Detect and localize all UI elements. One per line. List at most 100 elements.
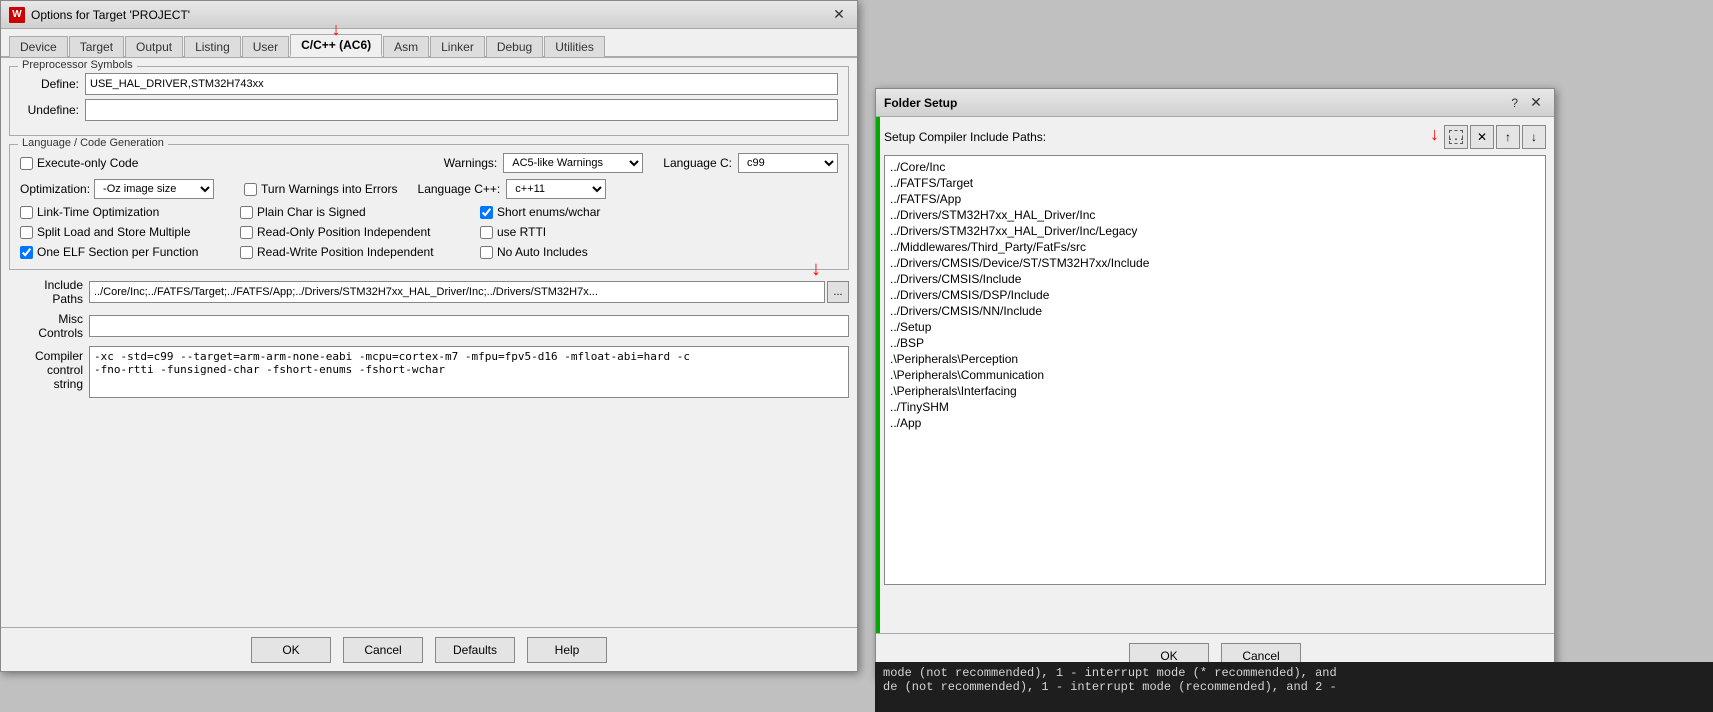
folder-dialog-title: Folder Setup <box>884 96 957 110</box>
main-ok-button[interactable]: OK <box>251 637 331 663</box>
misc-controls-label: Misc Controls <box>9 312 89 340</box>
compiler-control-section: Compiler control string <box>9 346 849 398</box>
language-section: Language / Code Generation Execute-only … <box>9 144 849 270</box>
short-enums-checkbox[interactable]: Short enums/wchar <box>480 205 680 219</box>
folder-list-item[interactable]: ../Drivers/CMSIS/Include <box>888 271 1542 287</box>
use-rtti-input[interactable] <box>480 226 493 239</box>
include-paths-input[interactable] <box>89 281 825 303</box>
warnings-label: Warnings: <box>444 156 498 170</box>
folder-list-item[interactable]: ../Drivers/CMSIS/DSP/Include <box>888 287 1542 303</box>
folder-list-item[interactable]: .\Peripherals\Communication <box>888 367 1542 383</box>
tab-debug[interactable]: Debug <box>486 36 543 57</box>
tab-output[interactable]: Output <box>125 36 183 57</box>
tab-asm[interactable]: Asm <box>383 36 429 57</box>
folder-list-item[interactable]: ../App <box>888 415 1542 431</box>
folder-help-btn[interactable]: ? <box>1511 96 1518 110</box>
folder-new-button[interactable]: ... <box>1444 125 1468 149</box>
status-line-1: mode (not recommended), 1 - interrupt mo… <box>883 666 1705 680</box>
no-auto-includes-checkbox[interactable]: No Auto Includes <box>480 245 680 259</box>
compiler-control-label: Compiler control string <box>9 346 89 391</box>
language-legend: Language / Code Generation <box>18 137 168 149</box>
plain-char-checkbox[interactable]: Plain Char is Signed <box>240 205 480 219</box>
include-paths-browse-button[interactable]: ... <box>827 281 849 303</box>
language-c-label: Language C: <box>663 156 732 170</box>
folder-up-button[interactable]: ↑ <box>1496 125 1520 149</box>
one-elf-checkbox[interactable]: One ELF Section per Function <box>20 245 240 259</box>
undefine-input[interactable] <box>85 99 838 121</box>
folder-list-item[interactable]: ../TinySHM <box>888 399 1542 415</box>
short-enums-input[interactable] <box>480 206 493 219</box>
read-only-pos-checkbox[interactable]: Read-Only Position Independent <box>240 225 480 239</box>
read-write-pos-checkbox[interactable]: Read-Write Position Independent <box>240 245 480 259</box>
preprocessor-section: Preprocessor Symbols Define: Undefine: <box>9 66 849 136</box>
folder-list-item[interactable]: .\Peripherals\Interfacing <box>888 383 1542 399</box>
title-left: W Options for Target 'PROJECT' <box>9 7 190 23</box>
main-titlebar: W Options for Target 'PROJECT' ✕ <box>1 1 857 29</box>
turn-warnings-checkbox[interactable]: Turn Warnings into Errors <box>244 182 397 196</box>
tab-target[interactable]: Target <box>69 36 124 57</box>
use-rtti-checkbox[interactable]: use RTTI <box>480 225 680 239</box>
split-load-store-input[interactable] <box>20 226 33 239</box>
tab-cc[interactable]: ↓ C/C++ (AC6) <box>290 34 382 57</box>
tab-linker[interactable]: Linker <box>430 36 485 57</box>
define-input[interactable] <box>85 73 838 95</box>
tab-utilities[interactable]: Utilities <box>544 36 605 57</box>
link-time-opt-input[interactable] <box>20 206 33 219</box>
tab-device[interactable]: Device <box>9 36 68 57</box>
tab-user[interactable]: User <box>242 36 289 57</box>
folder-close-button[interactable]: ✕ <box>1526 93 1546 113</box>
main-help-button[interactable]: Help <box>527 637 607 663</box>
folder-list-item[interactable]: ../Middlewares/Third_Party/FatFs/src <box>888 239 1542 255</box>
folder-list-item[interactable]: ../Drivers/STM32H7xx_HAL_Driver/Inc/Lega… <box>888 223 1542 239</box>
read-write-pos-input[interactable] <box>240 246 253 259</box>
execute-only-input[interactable] <box>20 157 33 170</box>
turn-warnings-input[interactable] <box>244 183 257 196</box>
folder-content: Setup Compiler Include Paths: ... ✕ ↑ ↓ … <box>876 117 1554 593</box>
include-paths-arrow: ↓ <box>811 258 821 281</box>
optimization-group: Optimization: -Oz image size <box>20 179 214 199</box>
folder-down-button[interactable]: ↓ <box>1522 125 1546 149</box>
one-elf-input[interactable] <box>20 246 33 259</box>
language-c-select[interactable]: c99 <box>738 153 838 173</box>
warnings-select[interactable]: AC5-like Warnings <box>503 153 643 173</box>
split-load-store-checkbox[interactable]: Split Load and Store Multiple <box>20 225 240 239</box>
folder-list-item[interactable]: ../FATFS/App <box>888 191 1542 207</box>
tabs-bar: Device Target Output Listing User ↓ C/C+… <box>1 29 857 58</box>
misc-controls-input[interactable] <box>89 315 849 337</box>
read-only-pos-input[interactable] <box>240 226 253 239</box>
include-paths-section: ↓ Include Paths ... <box>9 278 849 306</box>
lang-row-2: Optimization: -Oz image size Turn Warnin… <box>20 179 838 199</box>
folder-dialog: Folder Setup ↓ ? ✕ Setup Compiler Includ… <box>875 88 1555 678</box>
folder-title-right: ↓ ? ✕ <box>1511 93 1546 113</box>
folder-list-item[interactable]: ../Setup <box>888 319 1542 335</box>
folder-delete-button[interactable]: ✕ <box>1470 125 1494 149</box>
language-cpp-label: Language C++: <box>418 182 501 196</box>
main-defaults-button[interactable]: Defaults <box>435 637 515 663</box>
execute-only-checkbox[interactable]: Execute-only Code <box>20 156 138 170</box>
plain-char-input[interactable] <box>240 206 253 219</box>
folder-list-item[interactable]: ../Drivers/STM32H7xx_HAL_Driver/Inc <box>888 207 1542 223</box>
folder-titlebar: Folder Setup ↓ ? ✕ <box>876 89 1554 117</box>
folder-list-item[interactable]: ../FATFS/Target <box>888 175 1542 191</box>
main-close-button[interactable]: ✕ <box>829 5 849 25</box>
folder-list-item[interactable]: ../BSP <box>888 335 1542 351</box>
col1: Link-Time Optimization Split Load and St… <box>20 205 240 259</box>
undefine-row: Undefine: <box>20 99 838 121</box>
compiler-control-textarea[interactable] <box>89 346 849 398</box>
language-cpp-select[interactable]: c++11 <box>506 179 606 199</box>
link-time-opt-checkbox[interactable]: Link-Time Optimization <box>20 205 240 219</box>
folder-list-item[interactable]: .\Peripherals\Perception <box>888 351 1542 367</box>
optimization-select[interactable]: -Oz image size <box>94 179 214 199</box>
main-cancel-button[interactable]: Cancel <box>343 637 423 663</box>
preprocessor-legend: Preprocessor Symbols <box>18 59 137 71</box>
tab-listing[interactable]: Listing <box>184 36 241 57</box>
folder-list-item[interactable]: ../Drivers/CMSIS/NN/Include <box>888 303 1542 319</box>
language-cpp-group: Language C++: c++11 <box>418 179 607 199</box>
include-paths-label: Include Paths <box>9 278 89 306</box>
folder-arrow: ↓ <box>1430 124 1439 145</box>
folder-list-item[interactable]: ../Core/Inc <box>888 159 1542 175</box>
folder-list-item[interactable]: ../Drivers/CMSIS/Device/ST/STM32H7xx/Inc… <box>888 255 1542 271</box>
main-dialog: W Options for Target 'PROJECT' ✕ Device … <box>0 0 858 672</box>
optimization-label: Optimization: <box>20 182 90 196</box>
no-auto-includes-input[interactable] <box>480 246 493 259</box>
